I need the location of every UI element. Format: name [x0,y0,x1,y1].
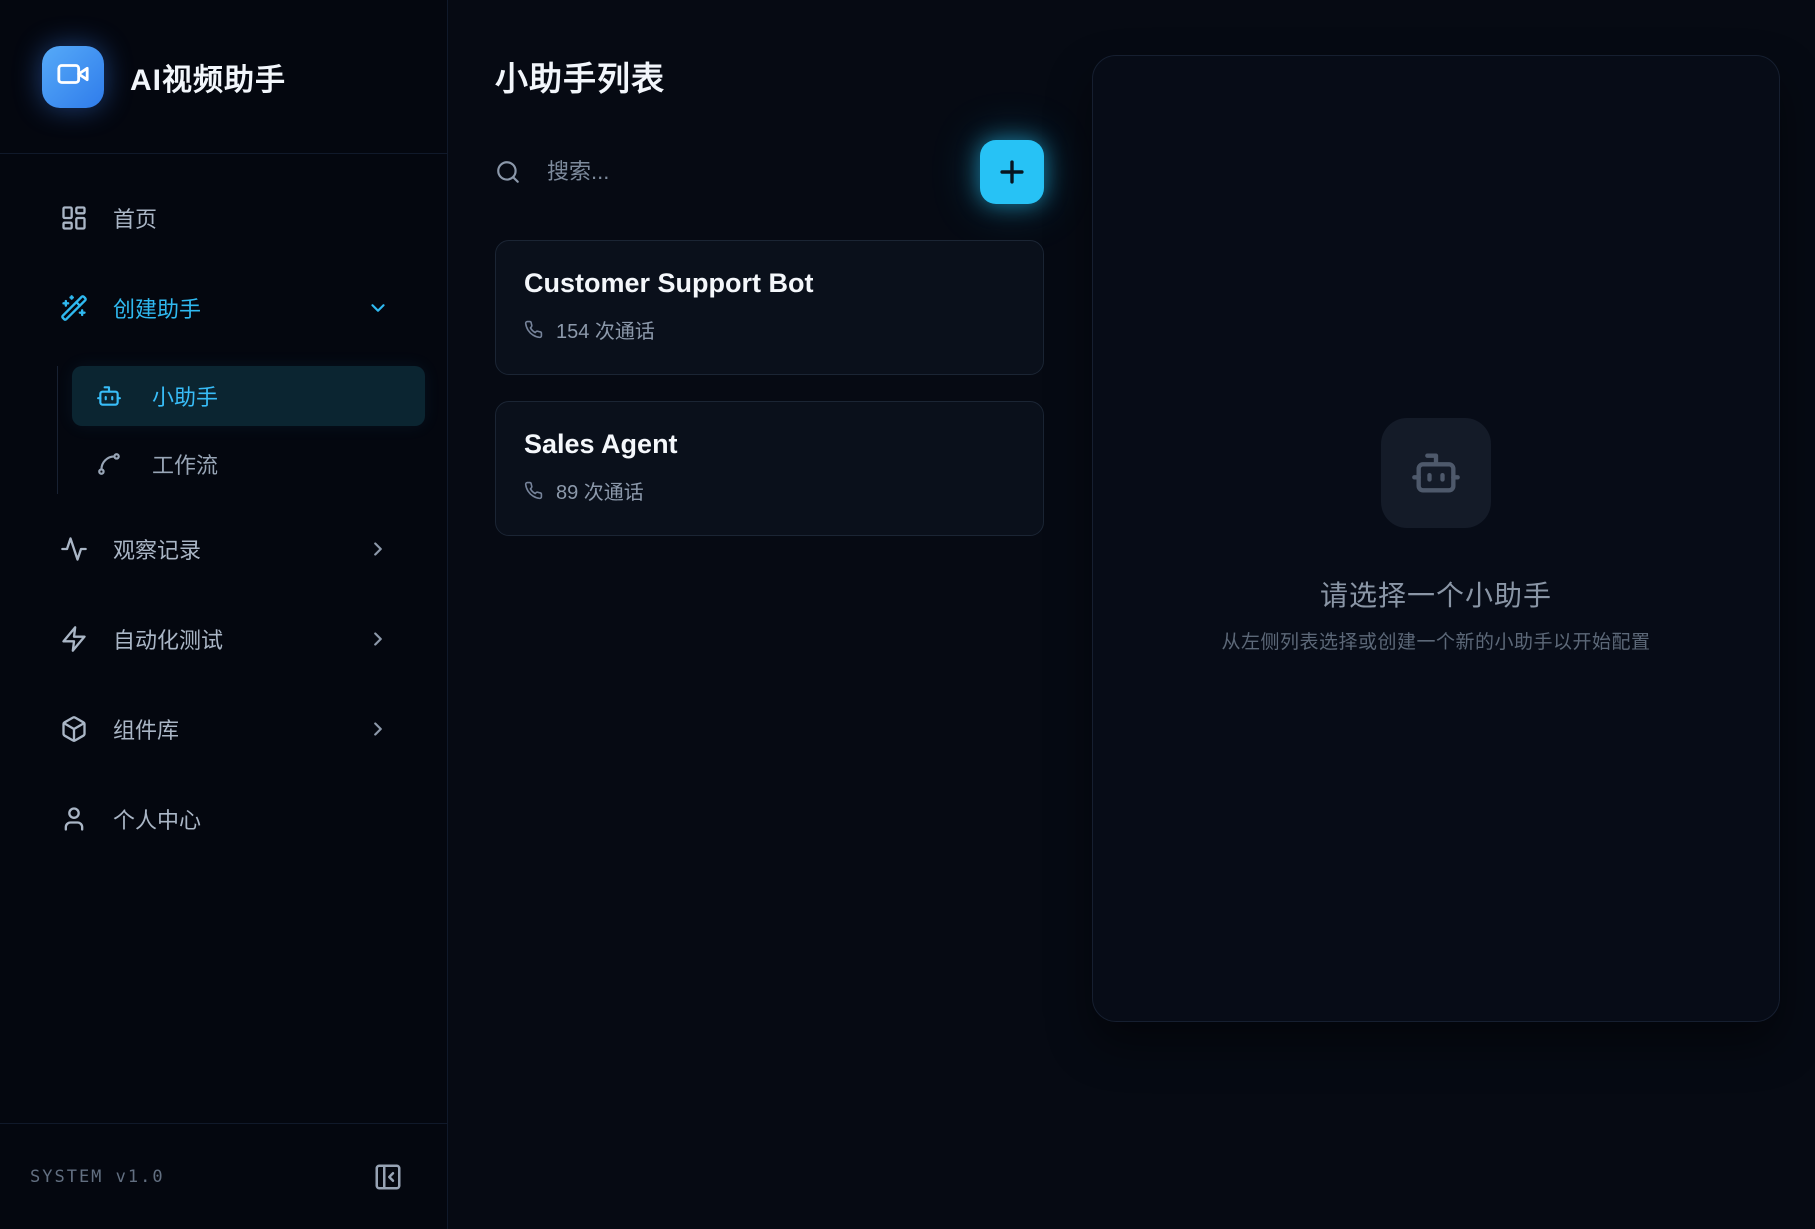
empty-state-subtitle: 从左侧列表选择或创建一个新的小助手以开始配置 [1221,627,1650,654]
empty-state: 请选择一个小助手 从左侧列表选择或创建一个新的小助手以开始配置 [1221,418,1650,654]
magic-wand-icon [60,294,88,322]
assistant-card[interactable]: Sales Agent 89 次通话 [495,401,1044,536]
box-icon [60,715,88,743]
bot-icon [1410,447,1462,499]
assistant-call-count: 89 次通话 [556,476,644,505]
chevron-right-icon [367,718,389,740]
assistant-list: Customer Support Bot 154 次通话 Sales Agent [495,240,1044,536]
assistant-meta: 89 次通话 [524,476,1015,505]
sidebar-item-create-assistant[interactable]: 创建助手 [22,280,425,336]
app-root: AI视频助手 首页 创建助手 [0,0,1815,1229]
sidebar-item-records[interactable]: 观察记录 [22,521,425,577]
panel-left-close-icon [373,1162,403,1192]
sidebar-item-label: 个人中心 [113,803,201,835]
sidebar-header: AI视频助手 [0,0,447,154]
search-row [495,140,1044,204]
sidebar-item-assistants[interactable]: 小助手 [72,366,425,426]
sidebar-submenu-create: 小助手 工作流 [57,366,425,494]
assistant-name: Customer Support Bot [524,268,1015,299]
assistant-card[interactable]: Customer Support Bot 154 次通话 [495,240,1044,375]
sidebar-item-label: 创建助手 [113,292,201,324]
sidebar-item-components[interactable]: 组件库 [22,701,425,757]
sidebar-item-home[interactable]: 首页 [22,190,425,246]
app-title: AI视频助手 [130,55,286,99]
sidebar-item-label: 自动化测试 [113,623,223,655]
main-area: 小助手列表 Customer Support Bot [448,0,1815,1229]
chevron-right-icon [367,538,389,560]
zap-icon [60,625,88,653]
sidebar-item-label: 观察记录 [113,533,201,565]
video-camera-icon [56,57,90,96]
sidebar-collapse-button[interactable] [373,1162,403,1192]
empty-state-title: 请选择一个小助手 [1320,574,1552,614]
sidebar-item-workflow[interactable]: 工作流 [72,434,425,494]
sidebar-item-label: 首页 [113,202,157,234]
sidebar: AI视频助手 首页 创建助手 [0,0,448,1229]
sidebar-footer: SYSTEM v1.0 [0,1123,447,1229]
assistant-detail-panel: 请选择一个小助手 从左侧列表选择或创建一个新的小助手以开始配置 [1092,55,1780,1022]
dashboard-icon [60,204,88,232]
sidebar-item-label: 工作流 [152,448,218,480]
assistant-name: Sales Agent [524,429,1015,460]
sidebar-nav: 首页 创建助手 [0,154,447,1123]
system-version: SYSTEM v1.0 [30,1167,165,1187]
bot-badge [1381,418,1491,528]
assistant-list-panel: 小助手列表 Customer Support Bot [448,0,1080,1229]
activity-icon [60,535,88,563]
phone-icon [524,320,543,339]
sidebar-item-profile[interactable]: 个人中心 [22,791,425,847]
chevron-down-icon [367,297,389,319]
sidebar-item-label: 小助手 [152,380,218,412]
assistant-meta: 154 次通话 [524,315,1015,344]
add-assistant-button[interactable] [980,140,1044,204]
search-box [495,159,960,185]
plus-icon [995,155,1029,189]
bot-icon [96,383,122,409]
chevron-right-icon [367,628,389,650]
page-title: 小助手列表 [495,52,1044,100]
sidebar-item-testing[interactable]: 自动化测试 [22,611,425,667]
search-icon [495,159,521,185]
sidebar-item-label: 组件库 [113,713,179,745]
phone-icon [524,481,543,500]
search-input[interactable] [547,159,960,185]
sidebar-group-create: 创建助手 小助手 [0,280,447,494]
user-icon [60,805,88,833]
workflow-spline-icon [96,451,122,477]
app-logo [42,46,104,108]
assistant-call-count: 154 次通话 [556,315,655,344]
